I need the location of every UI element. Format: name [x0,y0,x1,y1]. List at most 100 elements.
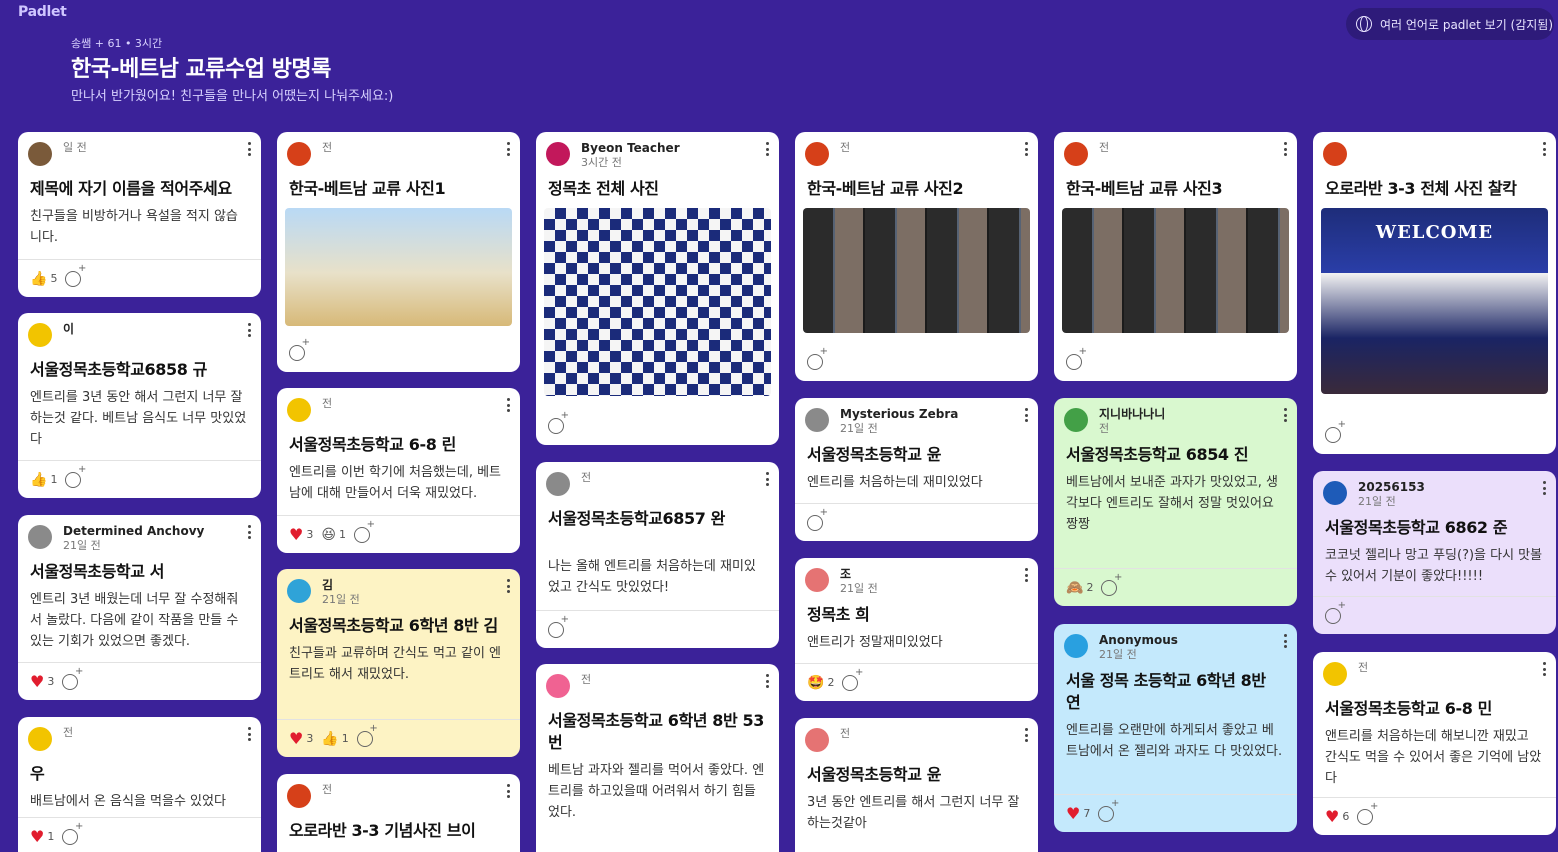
more-options-icon[interactable] [247,525,251,539]
more-options-icon[interactable] [1542,142,1546,156]
avatar [1064,142,1088,166]
post-image[interactable] [544,208,771,396]
post-time: 전 [322,141,333,154]
reaction-heart[interactable]: ♥ 3 [289,730,313,747]
post-author: 조 [840,567,852,581]
post-card[interactable]: 이 서울정목초등학교6858 규 엔트리를 3년 동안 해서 그런지 너무 잘하… [18,313,261,498]
more-options-icon[interactable] [765,674,769,688]
more-options-icon[interactable] [247,323,251,337]
avatar [1323,142,1347,166]
more-options-icon[interactable] [506,398,510,412]
avatar [28,727,52,751]
post-card[interactable]: 김 21일 전 서울정목초등학교 6학년 8반 김 친구들과 교류하며 간식도 … [277,569,520,757]
view-in-languages-button[interactable]: 여러 언어로 padlet 보기 (감지됨) [1346,8,1554,40]
reaction-monkey[interactable]: 🙈 2 [1066,581,1093,595]
add-reaction-icon[interactable] [65,263,86,287]
add-reaction-icon[interactable] [548,410,569,434]
post-image[interactable] [803,208,1030,333]
more-options-icon[interactable] [1024,728,1028,742]
post-card[interactable]: 전 한국-베트남 교류 사진1 [277,132,520,372]
post-image[interactable] [285,208,512,326]
add-reaction-icon[interactable] [356,723,378,747]
reaction-heart[interactable]: ♥ 6 [1325,806,1349,826]
heart-icon: ♥ [1325,806,1340,826]
more-options-icon[interactable] [506,579,510,593]
padlet-logo[interactable]: Padlet [18,4,67,20]
reaction-thumbs-up[interactable]: 👍 5 [30,272,57,286]
add-reaction-icon[interactable] [1325,419,1346,443]
post-reactions [795,503,1038,541]
reaction-laugh[interactable]: 😆 1 [321,528,346,542]
post-image[interactable] [1062,208,1289,333]
thumbs-up-icon: 👍 [30,270,48,287]
post-card[interactable]: 전 오로라반 3-3 기념사진 브이 [277,774,520,852]
more-options-icon[interactable] [247,727,251,741]
more-options-icon[interactable] [1024,408,1028,422]
reaction-heart[interactable]: ♥ 3 [289,526,313,543]
post-card[interactable]: 전 서울정목초등학교 6-8 민 앤트리를 처음하는데 해보니깐 재밌고 간식도… [1313,652,1556,835]
reaction-star-eyes[interactable]: 🤩 2 [807,676,834,690]
post-card[interactable]: 오로라반 3-3 전체 사진 찰칵 WELCOME [1313,132,1556,454]
post-title: 정목초 전체 사진 [548,179,659,198]
add-reaction-icon[interactable] [1325,600,1346,624]
add-reaction-icon[interactable] [807,507,828,531]
more-options-icon[interactable] [1283,634,1287,648]
post-image[interactable]: WELCOME [1321,208,1548,394]
post-card[interactable]: 전 서울정목초등학교6857 완 나는 올해 엔트리를 처음하는데 재미있었고 … [536,462,779,648]
reaction-heart[interactable]: ♥ 1 [30,826,54,846]
more-options-icon[interactable] [1542,662,1546,676]
reaction-heart[interactable]: ♥ 7 [1066,805,1090,822]
add-reaction-icon[interactable] [807,346,828,370]
post-author: 20256153 [1358,480,1425,494]
more-options-icon[interactable] [1283,142,1287,156]
post-card[interactable]: Anonymous 21일 전 서울 정목 초등학교 6학년 8반 연 엔트리를… [1054,624,1297,832]
reaction-heart[interactable]: ♥ 3 [30,673,54,690]
add-reaction-icon[interactable] [65,464,86,488]
post-body: 엔트리를 처음하는데 재미있었다 [807,475,983,490]
thumbs-up-icon: 👍 [30,471,48,488]
post-card[interactable]: 전 서울정목초등학교 6학년 8반 53번 베트남 과자와 젤리를 먹어서 좋았… [536,664,779,852]
more-options-icon[interactable] [1283,408,1287,422]
more-options-icon[interactable] [506,784,510,798]
post-title: 한국-베트남 교류 사진3 [1066,179,1223,198]
more-options-icon[interactable] [765,142,769,156]
post-card[interactable]: 전 서울정목초등학교 6-8 린 엔트리를 이번 학기에 처음했는데, 베트남에… [277,388,520,553]
add-reaction-icon[interactable] [1098,798,1119,822]
add-reaction-icon[interactable] [62,821,83,845]
avatar [287,579,311,603]
post-card[interactable]: 20256153 21일 전 서울정목초등학교 6862 준 코코넛 젤리나 망… [1313,471,1556,634]
more-options-icon[interactable] [1024,142,1028,156]
more-options-icon[interactable] [247,142,251,156]
post-card[interactable]: Byeon Teacher 3시간 전 정목초 전체 사진 [536,132,779,445]
post-card[interactable]: Determined Anchovy 21일 전 서울정목초등학교 서 엔트리 … [18,515,261,700]
post-time: 전 [1358,661,1369,674]
more-options-icon[interactable] [1024,568,1028,582]
add-reaction-icon[interactable] [1066,346,1087,370]
post-card[interactable]: 전 우 배트남에서 온 음식을 먹을수 있었다 ♥ 1 [18,717,261,852]
post-card[interactable]: 전 한국-베트남 교류 사진2 [795,132,1038,381]
add-reaction-icon[interactable] [62,666,83,690]
post-author: 지니바나나니 [1099,407,1166,421]
more-options-icon[interactable] [506,142,510,156]
more-options-icon[interactable] [1542,481,1546,495]
add-reaction-icon[interactable] [842,667,863,691]
post-reactions: ♥ 7 [1054,794,1297,832]
post-card[interactable]: 전 한국-베트남 교류 사진3 [1054,132,1297,381]
post-body: 배트남에서 온 음식을 먹을수 있었다 [30,794,226,809]
add-reaction-icon[interactable] [1357,801,1378,825]
reaction-thumbs-up[interactable]: 👍 1 [30,473,57,487]
post-card[interactable]: 일 전 제목에 자기 이름을 적어주세요 친구들을 비방하거나 욕설을 적지 않… [18,132,261,297]
avatar [1323,481,1347,505]
heart-icon: ♥ [30,826,45,846]
add-reaction-icon[interactable] [289,337,310,361]
post-card[interactable]: 지니바나나니 전 서울정목초등학교 6854 진 베트남에서 보내준 과자가 맛… [1054,398,1297,606]
post-card[interactable]: 전 서울정목초등학교 윤 3년 동안 엔트리를 해서 그런지 너무 잘하는것같아 [795,718,1038,852]
add-reaction-icon[interactable] [353,519,375,543]
reaction-thumbs-up[interactable]: 👍 1 [321,732,348,746]
post-card[interactable]: 조 21일 전 정목초 희 앤트리가 정말재미있었다 🤩 2 [795,558,1038,701]
post-card[interactable]: Mysterious Zebra 21일 전 서울정목초등학교 윤 엔트리를 처… [795,398,1038,541]
add-reaction-icon[interactable] [1101,572,1122,596]
add-reaction-icon[interactable] [548,614,569,638]
more-options-icon[interactable] [765,472,769,486]
laugh-icon: 😆 [321,526,336,543]
